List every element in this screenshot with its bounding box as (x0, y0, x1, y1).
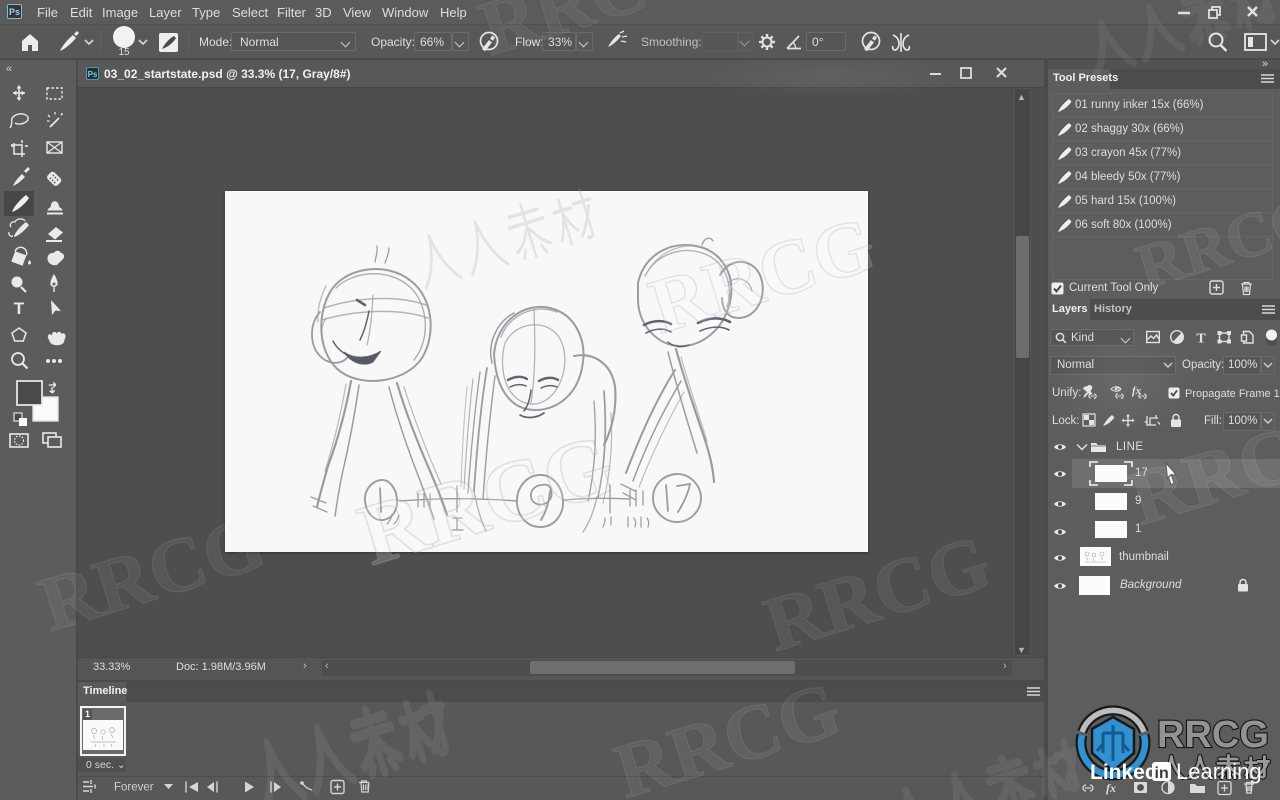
svg-text:RRCG: RRCG (1157, 714, 1269, 756)
svg-text:T: T (14, 299, 25, 318)
svg-text:in: in (1155, 765, 1169, 782)
svg-text:Learning: Learning (1176, 759, 1262, 784)
svg-text:Linked: Linked (1090, 761, 1158, 784)
svg-text:15: 15 (118, 47, 130, 58)
svg-text:Forever: Forever (114, 782, 154, 794)
